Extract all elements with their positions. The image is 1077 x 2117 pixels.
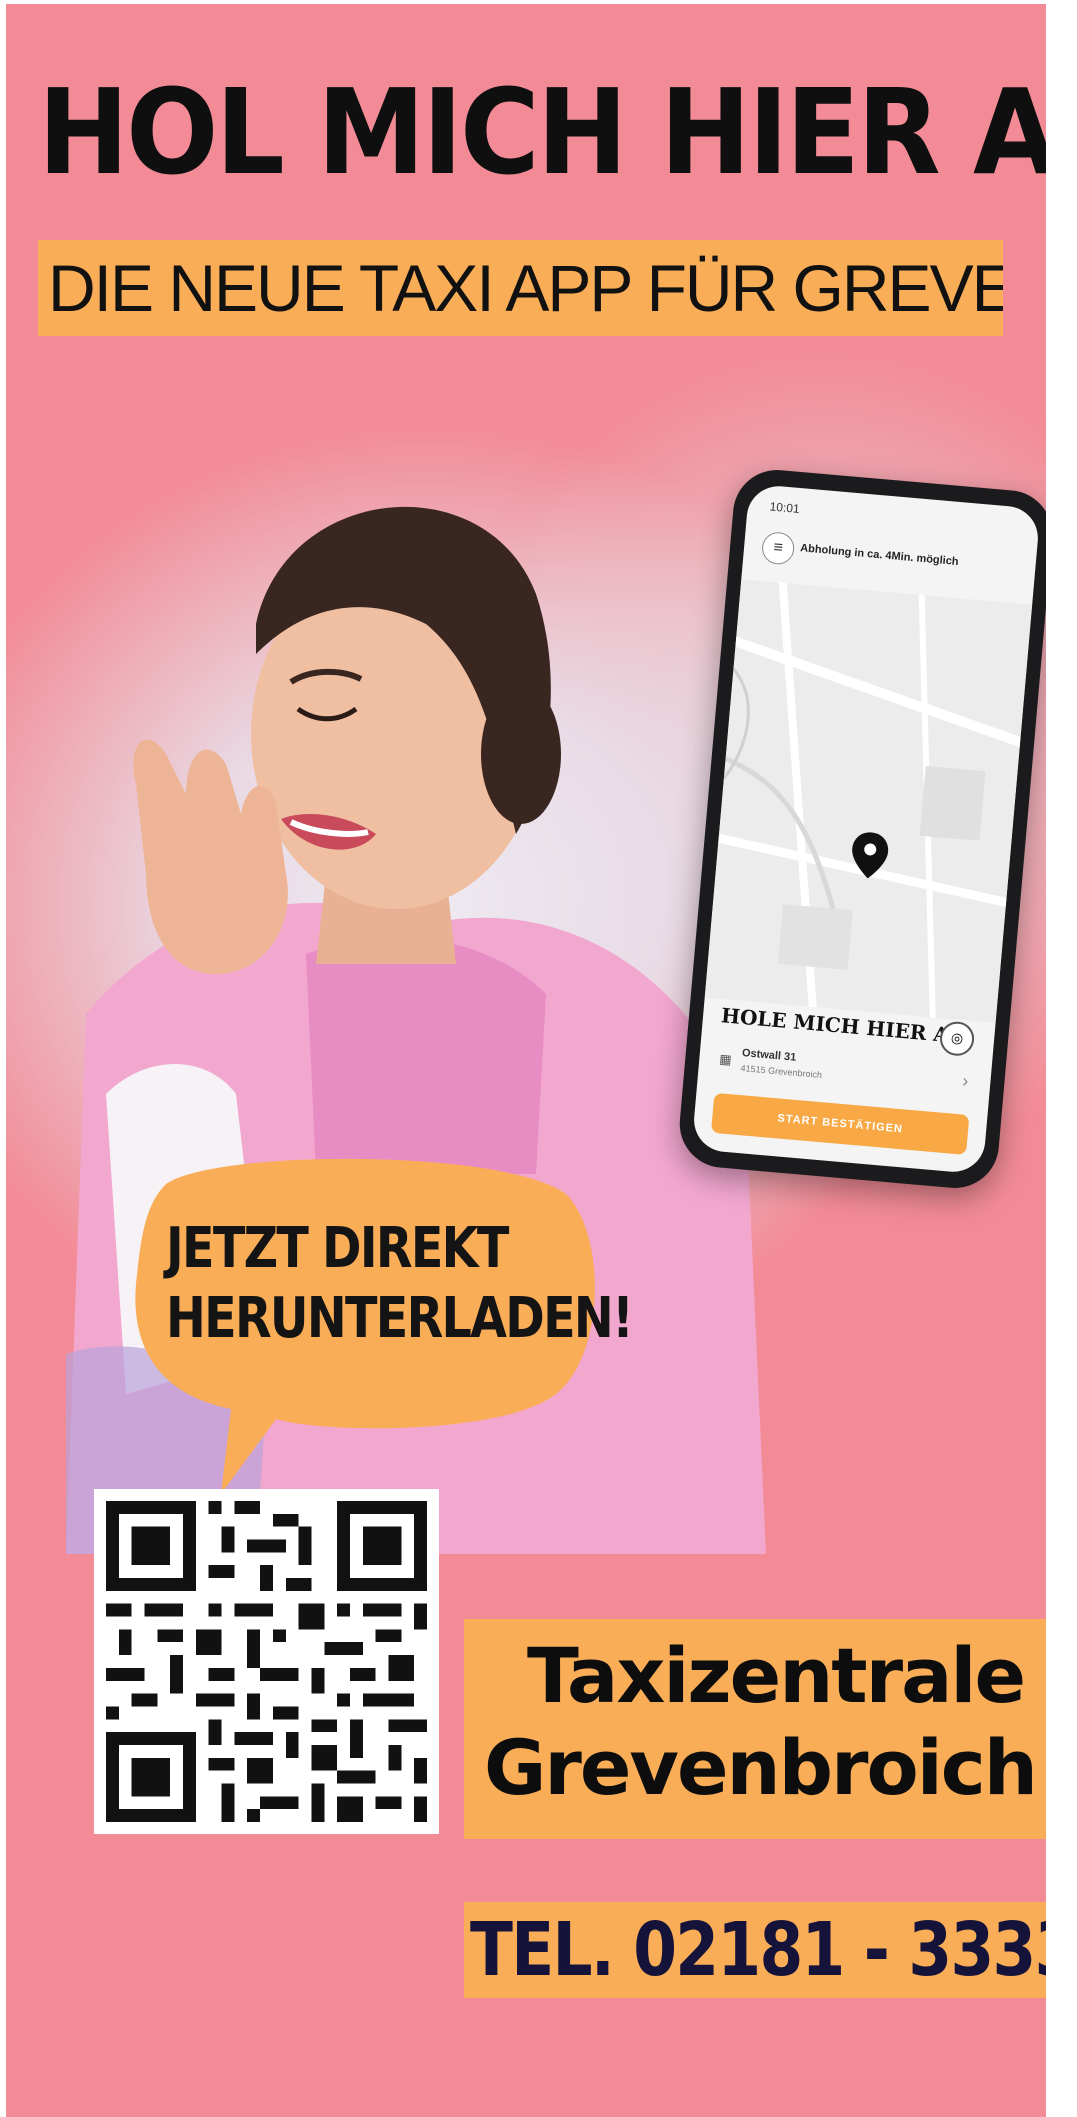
qr-code-pattern (106, 1501, 427, 1822)
phone-number[interactable]: TEL. 02181 - 3333 (470, 1904, 1046, 1996)
start-button[interactable]: START BESTÄTIGEN (710, 1092, 970, 1155)
chevron-right-icon[interactable]: › (962, 1070, 970, 1091)
phone-screen: 10:01 ≡ Abholung in ca. 4Min. möglich HO… (691, 483, 1041, 1175)
address-street: Ostwall 31 (741, 1047, 797, 1064)
poster: HOL MICH HIER APP! DIE NEUE TAXI APP FÜR… (6, 4, 1046, 2117)
headline: HOL MICH HIER APP! (38, 63, 1046, 201)
map-pin-icon (852, 832, 889, 879)
bubble-line-2: HERUNTERLADEN! (166, 1286, 634, 1351)
locate-icon[interactable]: ◎ (938, 1020, 976, 1058)
company-box: Taxizentrale Grevenbroich (464, 1619, 1046, 1839)
phone-mockup: 10:01 ≡ Abholung in ca. 4Min. möglich HO… (676, 466, 1046, 1192)
subheadline: DIE NEUE TAXI APP FÜR GREVENBROICH (38, 240, 1003, 336)
company-line-2: Grevenbroich (484, 1723, 1038, 1812)
company-line-1: Taxizentrale (527, 1631, 1026, 1720)
menu-icon[interactable]: ≡ (760, 530, 796, 566)
pickup-note: Abholung in ca. 4Min. möglich (799, 542, 960, 569)
address-city: 41515 Grevenbroich (740, 1063, 823, 1081)
bubble-text: JETZT DIREKT HERUNTERLADEN! (166, 1214, 634, 1354)
bubble-line-1: JETZT DIREKT (166, 1216, 509, 1281)
building-icon: ▦ (718, 1051, 733, 1068)
status-time: 10:01 (769, 499, 801, 516)
qr-code[interactable] (94, 1489, 439, 1834)
phone-number-box: TEL. 02181 - 3333 (464, 1902, 1046, 1998)
map-view[interactable] (704, 579, 1033, 1024)
